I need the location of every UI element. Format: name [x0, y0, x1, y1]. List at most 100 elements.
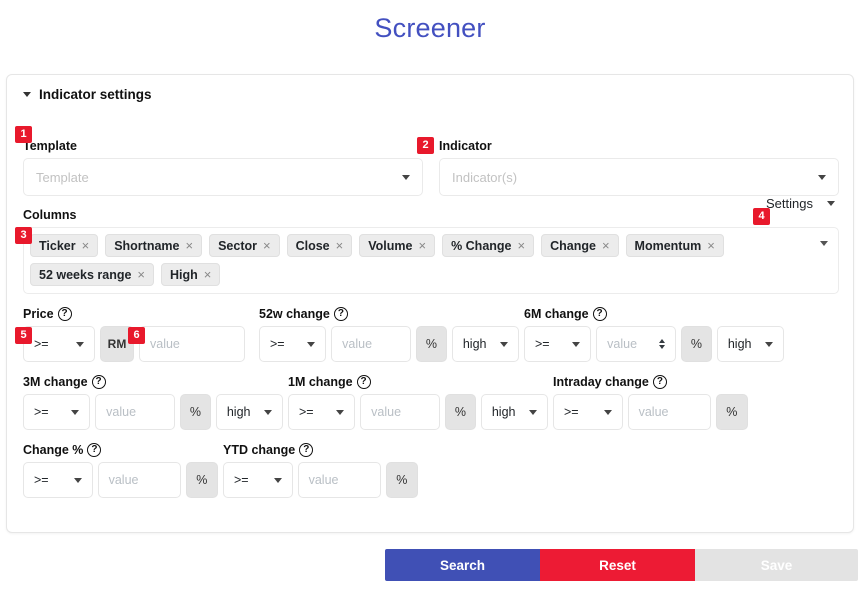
intraday-operator-select[interactable]: >= — [553, 394, 623, 430]
w52-controls: >= value % high — [259, 326, 524, 362]
filter-ytd-change: YTD change ? >= value % — [223, 443, 423, 498]
m6-operator-value: >= — [535, 337, 550, 351]
changepc-operator-select[interactable]: >= — [23, 462, 93, 498]
m6-value-input[interactable]: value — [596, 326, 676, 362]
help-icon[interactable]: ? — [356, 375, 371, 389]
column-tag-label: Sector — [218, 238, 257, 253]
m6-operator-select[interactable]: >= — [524, 326, 592, 362]
filters-grid: Price ? >= RM value 52w change ? >= valu… — [23, 307, 843, 511]
remove-icon[interactable]: × — [418, 238, 426, 253]
m1-highlow-value: high — [491, 405, 516, 419]
ytd-label: YTD change ? — [223, 443, 423, 457]
remove-icon[interactable]: × — [518, 238, 526, 253]
column-tag-label: High — [170, 267, 198, 282]
template-select[interactable]: Template — [23, 158, 423, 196]
remove-icon[interactable]: × — [707, 238, 715, 253]
remove-icon[interactable]: × — [82, 238, 90, 253]
m1-operator-select[interactable]: >= — [288, 394, 356, 430]
template-label: Template — [23, 139, 77, 153]
m1-operator-value: >= — [299, 405, 314, 419]
changepc-value-input[interactable]: value — [97, 462, 181, 498]
intraday-operator-value: >= — [564, 405, 579, 419]
reset-button[interactable]: Reset — [540, 549, 695, 581]
intraday-value-input[interactable]: value — [627, 394, 711, 430]
w52-operator-select[interactable]: >= — [259, 326, 327, 362]
column-tag[interactable]: Sector × — [209, 234, 280, 257]
help-icon[interactable]: ? — [592, 307, 607, 321]
m3-operator-select[interactable]: >= — [23, 394, 91, 430]
changepc-controls: >= value % — [23, 462, 223, 498]
remove-icon[interactable]: × — [186, 238, 194, 253]
chevron-down-icon — [73, 477, 82, 483]
columns-multiselect[interactable]: Ticker × Shortname × Sector × Close × Volume… — [23, 227, 839, 294]
ytd-value-input[interactable]: value — [297, 462, 381, 498]
chevron-down-icon — [402, 174, 410, 180]
m6-label-text: 6M change — [524, 307, 589, 321]
m1-highlow-select[interactable]: high — [480, 394, 548, 430]
remove-icon[interactable]: × — [204, 267, 212, 282]
filter-row-3: Change % ? >= value % YTD change ? >= va… — [23, 443, 843, 498]
chevron-down-icon — [827, 201, 835, 206]
chevron-down-icon[interactable] — [820, 241, 828, 246]
column-tag[interactable]: Close × — [286, 234, 353, 257]
indicator-select[interactable]: Indicator(s) — [439, 158, 839, 196]
remove-icon[interactable]: × — [137, 267, 145, 282]
column-tag[interactable]: Ticker × — [30, 234, 99, 257]
m6-controls: >= value % high — [524, 326, 789, 362]
changepc-label-text: Change % — [23, 443, 84, 457]
badge-4: 4 — [753, 208, 770, 225]
intraday-percent-addon: % — [715, 394, 749, 430]
m6-highlow-value: high — [727, 337, 752, 351]
m6-value-placeholder: value — [607, 337, 638, 351]
column-tag[interactable]: Volume × — [359, 234, 436, 257]
chevron-down-icon — [818, 174, 826, 180]
remove-icon[interactable]: × — [263, 238, 271, 253]
column-tag-label: Volume — [368, 238, 413, 253]
m3-controls: >= value % high — [23, 394, 288, 430]
chevron-down-icon — [572, 341, 581, 347]
column-tag[interactable]: Shortname × — [105, 234, 203, 257]
filter-1m-change: 1M change ? >= value % high — [288, 375, 553, 430]
template-field-group: Template Template — [23, 139, 423, 196]
help-icon[interactable]: ? — [91, 375, 106, 389]
chevron-down-icon — [264, 409, 272, 415]
w52-label: 52w change ? — [259, 307, 524, 321]
remove-icon[interactable]: × — [602, 238, 610, 253]
m6-highlow-select[interactable]: high — [716, 326, 784, 362]
price-value-input[interactable]: value — [139, 326, 245, 362]
save-button[interactable]: Save — [695, 549, 858, 581]
column-tag[interactable]: High × — [161, 263, 221, 286]
help-icon[interactable]: ? — [57, 307, 72, 321]
column-tag[interactable]: Momentum × — [625, 234, 724, 257]
ytd-percent-addon: % — [385, 462, 419, 498]
ytd-operator-select[interactable]: >= — [223, 462, 293, 498]
m3-value-input[interactable]: value — [95, 394, 175, 430]
number-spinner-icon[interactable] — [658, 339, 665, 349]
chevron-down-icon — [273, 477, 282, 483]
column-tag-label: Shortname — [114, 238, 180, 253]
help-icon[interactable]: ? — [299, 443, 314, 457]
help-icon[interactable]: ? — [333, 307, 348, 321]
remove-icon[interactable]: × — [336, 238, 344, 253]
search-button[interactable]: Search — [385, 549, 540, 581]
m1-value-input[interactable]: value — [360, 394, 440, 430]
help-icon[interactable]: ? — [87, 443, 102, 457]
column-tag[interactable]: 52 weeks range × — [30, 263, 155, 286]
m3-highlow-value: high — [226, 405, 251, 419]
m3-highlow-select[interactable]: high — [215, 394, 283, 430]
w52-value-input[interactable]: value — [331, 326, 411, 362]
column-tag-label: Close — [295, 238, 330, 253]
price-operator-select[interactable]: >= — [23, 326, 95, 362]
badge-3: 3 — [15, 227, 32, 244]
w52-highlow-select[interactable]: high — [451, 326, 519, 362]
indicator-settings-header[interactable]: Indicator settings — [7, 75, 853, 102]
chevron-down-icon — [336, 409, 345, 415]
column-tag[interactable]: % Change × — [442, 234, 535, 257]
badge-5: 5 — [15, 327, 32, 344]
filter-3m-change: 3M change ? >= value % high — [23, 375, 288, 430]
column-tag[interactable]: Change × — [541, 234, 619, 257]
filter-52w-change: 52w change ? >= value % high — [259, 307, 524, 362]
help-icon[interactable]: ? — [652, 375, 667, 389]
indicator-label: Indicator — [439, 139, 492, 153]
chevron-down-icon — [529, 409, 537, 415]
